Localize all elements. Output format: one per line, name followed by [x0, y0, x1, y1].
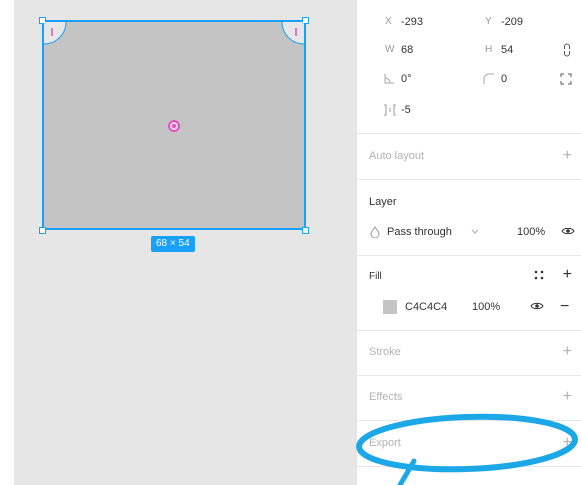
spacing-input[interactable]: -5: [401, 104, 411, 116]
fill-color-swatch[interactable]: [383, 300, 397, 314]
eye-icon[interactable]: [530, 301, 544, 311]
independent-corners-icon[interactable]: [560, 73, 572, 85]
divider: [357, 255, 581, 256]
height-input[interactable]: 54: [501, 44, 513, 56]
export-title: Export: [369, 437, 401, 449]
h-label: H: [485, 44, 493, 55]
add-export-button[interactable]: +: [563, 435, 572, 451]
stroke-title: Stroke: [369, 346, 401, 358]
corner-radius-icon: [483, 73, 494, 84]
divider: [357, 466, 581, 467]
blend-mode-select[interactable]: Pass through: [387, 226, 452, 238]
rotation-input[interactable]: 0°: [401, 73, 412, 85]
w-label: W: [385, 44, 395, 55]
effects-title: Effects: [369, 391, 403, 403]
divider: [357, 133, 581, 134]
resize-handle-bottom-right[interactable]: [302, 227, 309, 234]
corner-radius-handle-top-right[interactable]: [280, 22, 304, 46]
x-input[interactable]: -293: [401, 16, 423, 28]
center-point-icon[interactable]: [168, 120, 180, 132]
fill-title: Fill: [369, 271, 382, 282]
resize-handle-bottom-left[interactable]: [39, 227, 46, 234]
fill-hex-input[interactable]: C4C4C4: [405, 301, 447, 313]
design-panel: X -293 Y -209 W 68 H 54 0° 0 -5 Auto lay…: [356, 0, 581, 485]
corner-radius-handle-top-left[interactable]: [44, 22, 68, 46]
radius-input[interactable]: 0: [501, 73, 507, 85]
x-label: X: [385, 16, 392, 27]
add-auto-layout-button[interactable]: +: [563, 148, 572, 164]
blend-mode-drop-icon: [370, 226, 380, 238]
add-fill-button[interactable]: +: [563, 267, 572, 283]
eye-icon[interactable]: [561, 226, 575, 236]
divider: [357, 375, 581, 376]
y-input[interactable]: -209: [501, 16, 523, 28]
remove-fill-button[interactable]: −: [560, 298, 569, 316]
divider: [357, 420, 581, 421]
add-stroke-button[interactable]: +: [563, 344, 572, 360]
width-input[interactable]: 68: [401, 44, 413, 56]
fill-opacity-input[interactable]: 100%: [472, 301, 500, 313]
y-label: Y: [485, 16, 492, 27]
divider: [357, 330, 581, 331]
dimension-badge: 68 × 54: [151, 236, 195, 252]
rotation-icon: [384, 74, 394, 84]
add-effect-button[interactable]: +: [563, 389, 572, 405]
spacing-icon: [384, 104, 396, 116]
divider: [357, 179, 581, 180]
auto-layout-title: Auto layout: [369, 150, 425, 162]
layer-title: Layer: [369, 196, 397, 208]
constrain-proportions-icon[interactable]: [562, 43, 572, 57]
chevron-down-icon[interactable]: [471, 229, 479, 235]
layer-opacity-input[interactable]: 100%: [517, 226, 545, 238]
styles-grid-icon[interactable]: [534, 270, 544, 280]
